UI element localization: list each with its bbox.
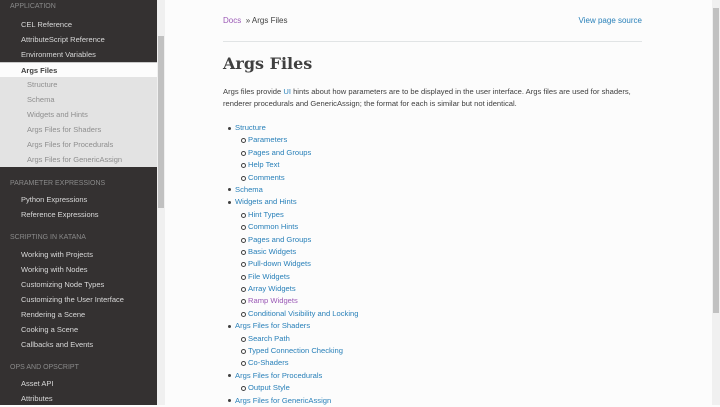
page-scrollbar[interactable] bbox=[712, 0, 720, 405]
page-title: Args Files bbox=[223, 54, 313, 73]
sidebar-nav: APPLICATION CEL Reference AttributeScript … bbox=[0, 0, 157, 405]
sidebar-item-environment-variables[interactable]: Environment Variables bbox=[0, 47, 157, 62]
sidebar-section-caption: APPLICATION bbox=[10, 3, 56, 10]
sidebar-item-callbacks-and-events[interactable]: Callbacks and Events bbox=[0, 337, 157, 352]
toc-link-array-widgets[interactable]: Array Widgets bbox=[223, 283, 358, 295]
toc-link-parameters[interactable]: Parameters bbox=[223, 134, 358, 146]
toc-link-args-files-for-genericassign[interactable]: Args Files for GenericAssign bbox=[223, 395, 358, 407]
sidebar-scrollbar[interactable] bbox=[157, 0, 165, 405]
intro-text: Args files provide bbox=[223, 87, 284, 96]
sidebar-item-cooking-a-scene[interactable]: Cooking a Scene bbox=[0, 322, 157, 337]
breadcrumb: Docs » Args Files bbox=[223, 16, 287, 25]
toc-link-hint-types[interactable]: Hint Types bbox=[223, 209, 358, 221]
toc-link-co-shaders[interactable]: Co-Shaders bbox=[223, 357, 358, 369]
divider bbox=[223, 41, 642, 42]
sidebar-item-args-files[interactable]: Args Files bbox=[0, 62, 157, 77]
breadcrumb-docs-link[interactable]: Docs bbox=[223, 16, 241, 25]
sidebar-item-rendering-a-scene[interactable]: Rendering a Scene bbox=[0, 307, 157, 322]
sidebar-item-working-with-nodes[interactable]: Working with Nodes bbox=[0, 262, 157, 277]
toc-link-file-widgets[interactable]: File Widgets bbox=[223, 271, 358, 283]
sidebar-subitem-structure[interactable]: Structure bbox=[0, 77, 157, 92]
sidebar-item-reference-expressions[interactable]: Reference Expressions bbox=[0, 207, 157, 222]
toc-link-pages-and-groups[interactable]: Pages and Groups bbox=[223, 234, 358, 246]
table-of-contents: Structure Parameters Pages and Groups Help … bbox=[223, 122, 358, 407]
sidebar-item-asset-api[interactable]: Asset API bbox=[0, 376, 157, 391]
breadcrumb-separator: » bbox=[245, 16, 251, 25]
toc-link-pages-and-groups[interactable]: Pages and Groups bbox=[223, 147, 358, 159]
toc-link-args-files-for-shaders[interactable]: Args Files for Shaders bbox=[223, 320, 358, 332]
sidebar-subitem-args-files-for-procedurals[interactable]: Args Files for Procedurals bbox=[0, 137, 157, 152]
ui-link[interactable]: UI bbox=[283, 87, 291, 96]
toc-link-args-files-for-procedurals[interactable]: Args Files for Procedurals bbox=[223, 370, 358, 382]
sidebar-subitem-widgets-and-hints[interactable]: Widgets and Hints bbox=[0, 107, 157, 122]
toc-link-widgets-and-hints[interactable]: Widgets and Hints bbox=[223, 196, 358, 208]
toc-link-basic-widgets[interactable]: Basic Widgets bbox=[223, 246, 358, 258]
sidebar-section-caption: SCRIPTING IN KATANA bbox=[10, 234, 86, 241]
toc-link-comments[interactable]: Comments bbox=[223, 172, 358, 184]
sidebar-subitem-args-files-for-shaders[interactable]: Args Files for Shaders bbox=[0, 122, 157, 137]
toc-link-schema[interactable]: Schema bbox=[223, 184, 358, 196]
toc-link-typed-connection-checking[interactable]: Typed Connection Checking bbox=[223, 345, 358, 357]
toc-link-conditional-visibility-and-locking[interactable]: Conditional Visibility and Locking bbox=[223, 308, 358, 320]
sidebar-item-working-with-projects[interactable]: Working with Projects bbox=[0, 247, 157, 262]
toc-link-help-text[interactable]: Help Text bbox=[223, 159, 358, 171]
toc-link-search-path[interactable]: Search Path bbox=[223, 333, 358, 345]
toc-link-output-style[interactable]: Output Style bbox=[223, 382, 358, 394]
toc-link-pull-down-widgets[interactable]: Pull-down Widgets bbox=[223, 258, 358, 270]
sidebar-item-attributescript-reference[interactable]: AttributeScript Reference bbox=[0, 32, 157, 47]
sidebar-subitem-args-files-for-genericassign[interactable]: Args Files for GenericAssign bbox=[0, 152, 157, 167]
sidebar-scroll-thumb[interactable] bbox=[158, 36, 164, 208]
sidebar-item-cel-reference[interactable]: CEL Reference bbox=[0, 17, 157, 32]
sidebar-item-attributes[interactable]: Attributes bbox=[0, 391, 157, 405]
breadcrumb-current: Args Files bbox=[251, 16, 288, 25]
toc-link-ramp-widgets[interactable]: Ramp Widgets bbox=[223, 295, 358, 307]
sidebar-item-customizing-node-types[interactable]: Customizing Node Types bbox=[0, 277, 157, 292]
page-scroll-thumb[interactable] bbox=[713, 8, 719, 313]
sidebar-section-caption: PARAMETER EXPRESSIONS bbox=[10, 180, 106, 187]
toc-link-common-hints[interactable]: Common Hints bbox=[223, 221, 358, 233]
sidebar-item-python-expressions[interactable]: Python Expressions bbox=[0, 192, 157, 207]
sidebar-subitem-schema[interactable]: Schema bbox=[0, 92, 157, 107]
intro-paragraph: Args files provide UI hints about how pa… bbox=[223, 86, 642, 111]
toc-link-structure[interactable]: Structure bbox=[223, 122, 358, 134]
sidebar-section-caption: OPS AND OPSCRIPT bbox=[10, 364, 79, 371]
view-page-source-link[interactable]: View page source bbox=[579, 16, 642, 25]
sidebar-item-customizing-the-user-interface[interactable]: Customizing the User Interface bbox=[0, 292, 157, 307]
